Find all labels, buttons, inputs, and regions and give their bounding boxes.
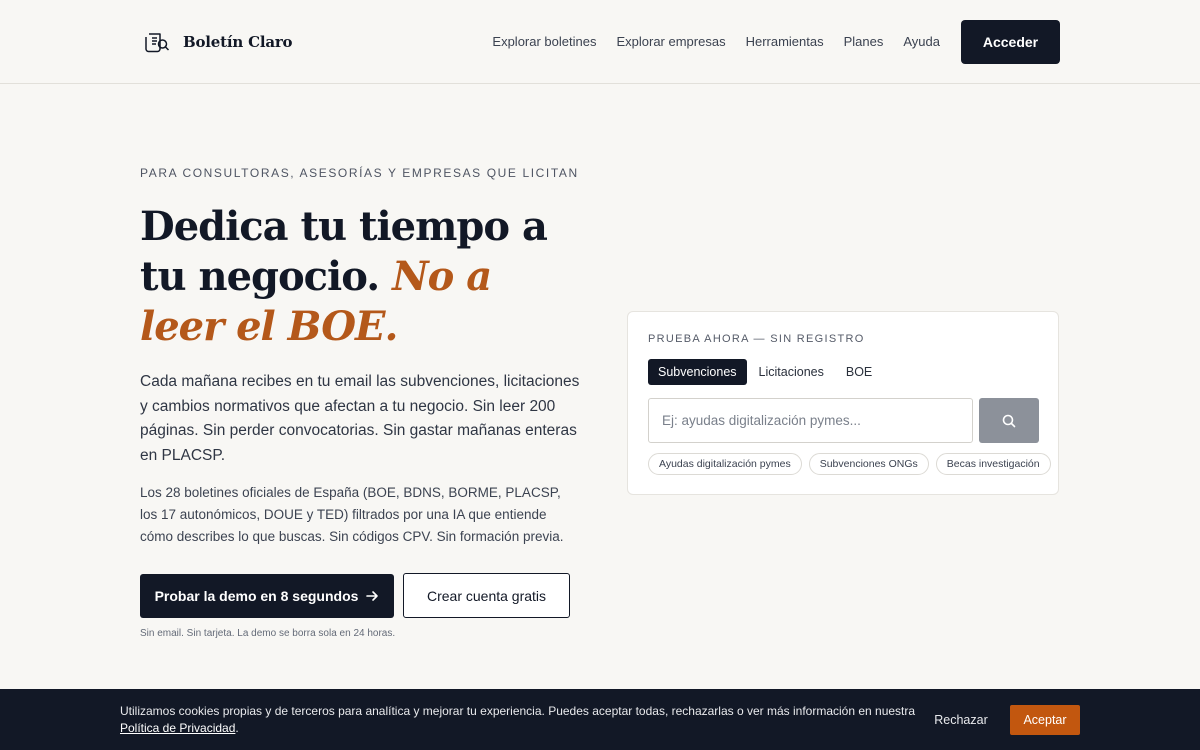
create-account-button[interactable]: Crear cuenta gratis: [403, 573, 570, 618]
nav-item-planes[interactable]: Planes: [844, 34, 884, 49]
login-button[interactable]: Acceder: [961, 20, 1060, 64]
privacy-policy-link[interactable]: Política de Privacidad: [120, 721, 235, 735]
nav-item-explorar-boletines[interactable]: Explorar boletines: [492, 34, 596, 49]
brand-logo[interactable]: Boletín Claro: [144, 30, 293, 54]
brand-name: Boletín Claro: [183, 33, 293, 51]
try-demo-label: Probar la demo en 8 segundos: [154, 588, 359, 604]
hero-lead: Cada mañana recibes en tu email las subv…: [140, 373, 580, 464]
demo-fineprint: Sin email. Sin tarjeta. La demo se borra…: [140, 628, 396, 639]
suggestion-chips: Ayudas digitalización pymes Subvenciones…: [648, 453, 1051, 475]
suggestion-chip[interactable]: Ayudas digitalización pymes: [648, 453, 802, 475]
suggestion-chip[interactable]: Subvenciones ONGs: [808, 453, 929, 475]
demo-search-input[interactable]: [648, 398, 973, 443]
demo-eyebrow: PRUEBA AHORA — SIN REGISTRO: [648, 333, 865, 345]
arrow-right-icon: [366, 591, 379, 601]
accept-cookies-button[interactable]: Aceptar: [1010, 705, 1080, 735]
site-header: Boletín Claro Explorar boletines Explora…: [0, 0, 1200, 84]
demo-search-button[interactable]: [979, 398, 1039, 443]
nav-item-ayuda[interactable]: Ayuda: [903, 34, 940, 49]
nav-item-explorar-empresas[interactable]: Explorar empresas: [616, 34, 725, 49]
nav-item-herramientas[interactable]: Herramientas: [746, 34, 824, 49]
cookie-banner: Utilizamos cookies propias y de terceros…: [0, 689, 1200, 750]
tab-subvenciones[interactable]: Subvenciones: [648, 359, 747, 385]
cookie-text: Utilizamos cookies propias y de terceros…: [120, 703, 920, 737]
newspaper-icon: [145, 33, 170, 53]
hero-headline: Dedica tu tiempo a tu negocio. No a leer…: [140, 202, 580, 352]
demo-tabs: Subvenciones Licitaciones BOE: [648, 359, 882, 385]
reject-cookies-button[interactable]: Rechazar: [926, 705, 996, 735]
try-demo-button[interactable]: Probar la demo en 8 segundos: [140, 574, 394, 618]
hero-eyebrow: PARA CONSULTORAS, ASESORÍAS Y EMPRESAS Q…: [140, 166, 579, 180]
tab-boe[interactable]: BOE: [836, 359, 882, 385]
cookie-suffix: .: [235, 721, 239, 735]
cookie-message: Utilizamos cookies propias y de terceros…: [120, 704, 916, 718]
search-icon: [1002, 414, 1016, 427]
demo-card: PRUEBA AHORA — SIN REGISTRO Subvenciones…: [627, 311, 1059, 495]
suggestion-chip[interactable]: Becas investigación: [935, 453, 1051, 475]
main-nav: Explorar boletines Explorar empresas Her…: [492, 34, 940, 49]
tab-licitaciones[interactable]: Licitaciones: [749, 359, 834, 385]
hero-subtext: Los 28 boletines oficiales de España (BO…: [140, 485, 564, 544]
